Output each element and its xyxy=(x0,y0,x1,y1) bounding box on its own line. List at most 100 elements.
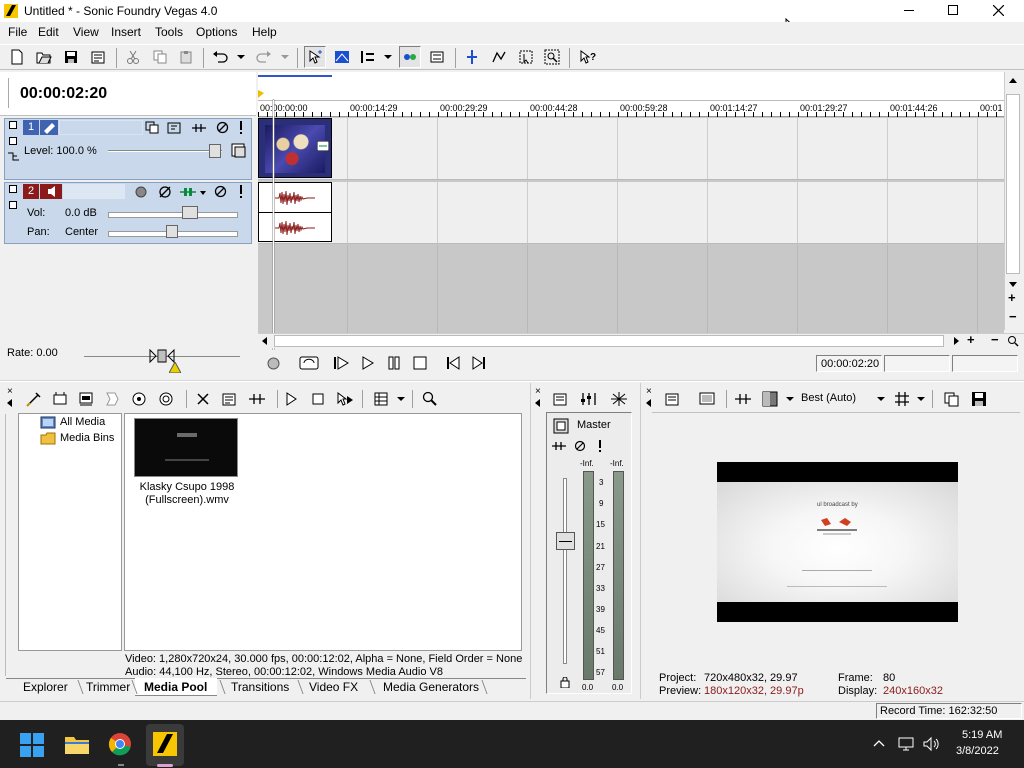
undo-button[interactable] xyxy=(209,46,231,68)
network-icon[interactable] xyxy=(898,736,916,752)
media-pool-pin-icon[interactable] xyxy=(7,399,12,407)
make-compositing-child-icon[interactable] xyxy=(167,121,181,134)
transport-time-display[interactable]: 00:00:02:20 xyxy=(816,355,882,372)
vol-slider[interactable] xyxy=(108,212,238,218)
video-track-minimize-icon[interactable] xyxy=(9,121,17,129)
video-level-slider[interactable] xyxy=(108,150,222,152)
track-fx-icon[interactable] xyxy=(191,121,207,134)
copy-button[interactable] xyxy=(149,46,171,68)
media-file-thumbnail[interactable] xyxy=(134,418,238,477)
pause-icon[interactable] xyxy=(387,356,401,370)
loop-region-bar[interactable] xyxy=(258,75,332,77)
mixer-close-icon[interactable]: × xyxy=(535,386,541,397)
audio-track-fx-dropdown-icon[interactable] xyxy=(200,191,206,195)
menu-edit[interactable]: Edit xyxy=(38,25,59,39)
envelope-edit-button[interactable] xyxy=(488,46,510,68)
media-pool-close-icon[interactable]: × xyxy=(7,386,13,397)
cut-button[interactable] xyxy=(122,46,144,68)
tab-media-generators[interactable]: Media Generators xyxy=(383,680,479,694)
zoom-out-vertical-icon[interactable]: − xyxy=(1009,309,1017,324)
preview-pin-icon[interactable] xyxy=(646,399,651,407)
master-fader-thumb[interactable] xyxy=(556,532,575,550)
timeline-vertical-scrollbar[interactable]: + − xyxy=(1004,72,1021,330)
undo-dropdown-icon[interactable] xyxy=(237,55,245,59)
media-play-icon[interactable] xyxy=(285,392,297,406)
tree-item-all-media[interactable]: All Media xyxy=(60,416,105,428)
auto-preview-icon[interactable] xyxy=(336,391,354,407)
stop-icon[interactable] xyxy=(413,356,427,370)
tab-explorer[interactable]: Explorer xyxy=(23,680,68,694)
media-fx-icon[interactable] xyxy=(248,391,266,407)
split-screen-dropdown-icon[interactable] xyxy=(786,397,794,401)
preview-close-icon[interactable]: × xyxy=(646,386,652,397)
menu-tools[interactable]: Tools xyxy=(155,25,183,39)
insert-bus-icon[interactable] xyxy=(580,391,598,407)
record-arm-icon[interactable] xyxy=(135,186,147,198)
search-media-icon[interactable] xyxy=(158,391,174,407)
composite-mode-icon[interactable] xyxy=(145,121,159,134)
properties-button[interactable] xyxy=(87,46,109,68)
menu-help[interactable]: Help xyxy=(252,25,277,39)
zoom-tool-button[interactable] xyxy=(541,46,563,68)
video-track-name-field[interactable] xyxy=(59,120,143,135)
preview-quality-dropdown-icon[interactable] xyxy=(877,397,885,401)
audio-event[interactable] xyxy=(258,182,332,242)
media-properties-icon[interactable] xyxy=(221,391,237,407)
views-dropdown-icon[interactable] xyxy=(397,397,405,401)
scroll-left-icon[interactable] xyxy=(262,337,267,345)
envelope-tool-button[interactable] xyxy=(331,46,353,68)
views-icon[interactable] xyxy=(373,391,389,407)
open-button[interactable] xyxy=(33,46,55,68)
master-mute-icon[interactable] xyxy=(574,440,586,452)
close-button[interactable] xyxy=(984,0,1014,22)
tab-transitions[interactable]: Transitions xyxy=(231,680,289,694)
audio-mute-icon[interactable] xyxy=(214,185,227,198)
tree-item-media-bins[interactable]: Media Bins xyxy=(60,432,114,444)
start-button[interactable] xyxy=(20,733,44,757)
vol-slider-thumb[interactable] xyxy=(182,206,198,219)
volume-icon[interactable] xyxy=(922,736,940,752)
audio-track-minimize-icon[interactable] xyxy=(9,185,17,193)
snapping-button[interactable] xyxy=(357,46,379,68)
remove-media-icon[interactable] xyxy=(196,392,210,406)
master-fader-track[interactable] xyxy=(563,478,567,664)
vertical-scroll-thumb[interactable] xyxy=(1006,94,1020,274)
lock-envelopes-button[interactable] xyxy=(426,46,448,68)
burn-cd-icon[interactable] xyxy=(131,391,147,407)
maximize-button[interactable] xyxy=(938,0,968,22)
invert-phase-icon[interactable] xyxy=(158,185,172,199)
split-screen-icon[interactable] xyxy=(762,391,778,407)
play-from-start-icon[interactable] xyxy=(333,356,350,370)
extract-audio-icon[interactable] xyxy=(104,391,120,407)
media-file-name[interactable]: Klasky Csupo 1998 (Fullscreen).wmv xyxy=(131,481,243,507)
time-display[interactable]: 00:00:02:20 xyxy=(20,85,107,103)
video-track-collapse-icon[interactable] xyxy=(9,137,17,145)
snapping-dropdown-icon[interactable] xyxy=(384,55,392,59)
copy-snapshot-icon[interactable] xyxy=(944,391,960,407)
overlays-grid-icon[interactable] xyxy=(894,391,910,407)
system-tray-chevron-icon[interactable] xyxy=(873,738,885,748)
zoom-magnifier-icon[interactable] xyxy=(1007,335,1019,347)
redo-button[interactable] xyxy=(253,46,275,68)
timeline-horizontal-scrollbar[interactable]: + − xyxy=(258,332,1024,348)
scroll-up-icon[interactable] xyxy=(1009,78,1017,83)
mixer-properties-icon[interactable] xyxy=(552,391,568,407)
video-track-header[interactable]: 1 Level: 100.0 % xyxy=(4,118,252,180)
video-event[interactable] xyxy=(258,118,332,178)
record-icon[interactable] xyxy=(267,357,280,370)
event-fx-icon[interactable] xyxy=(317,141,329,151)
mute-icon[interactable] xyxy=(216,121,229,134)
external-monitor-icon[interactable] xyxy=(699,391,715,407)
scroll-down-icon[interactable] xyxy=(1009,282,1017,287)
master-solo-icon[interactable] xyxy=(597,440,603,452)
solo-icon[interactable] xyxy=(238,121,244,134)
preview-properties-icon[interactable] xyxy=(664,391,680,407)
save-snapshot-icon[interactable] xyxy=(971,391,987,407)
go-to-end-icon[interactable] xyxy=(472,356,486,370)
menu-insert[interactable]: Insert xyxy=(111,25,141,39)
import-media-icon[interactable] xyxy=(26,391,42,407)
audio-track-lane[interactable] xyxy=(258,182,1004,244)
get-media-icon[interactable] xyxy=(78,391,94,407)
ignore-grouping-button[interactable] xyxy=(461,46,483,68)
fader-lock-icon[interactable] xyxy=(560,677,570,688)
